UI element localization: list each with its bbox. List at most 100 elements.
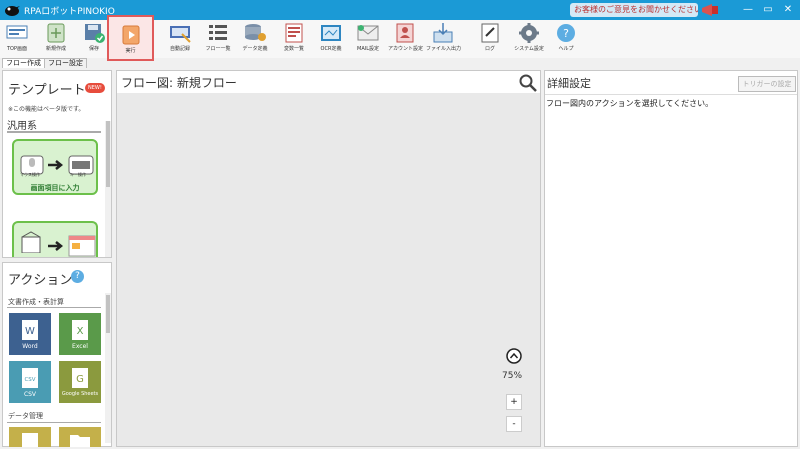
mail-icon — [357, 25, 379, 41]
action-tile-word[interactable]: W Word — [9, 313, 51, 355]
ocr-icon — [321, 25, 341, 41]
toolbar-log-button[interactable]: ログ — [476, 22, 504, 56]
search-icon[interactable] — [519, 74, 537, 92]
flow-title: フロー図: 新規フロー — [121, 76, 237, 90]
tab-flow-settings[interactable]: フロー設定 — [44, 58, 87, 68]
arrow-right-icon — [48, 160, 64, 170]
action-tile-data-1[interactable] — [9, 427, 51, 447]
toolbar: TOP画面 新規作成 保存 実行 自動記録 フロー一覧 データ定義 変数一覧 O… — [0, 15, 800, 61]
toolbar-label: データ定義 — [242, 46, 268, 52]
zoom-in-button[interactable]: + — [506, 394, 522, 410]
template-scrollbar[interactable] — [105, 121, 111, 257]
toolbar-label: 保存 — [88, 46, 99, 52]
toolbar-variable-list-button[interactable]: 変数一覧 — [280, 22, 308, 56]
action-panel: アクション ? 文書作成・表計算 W Word X Excel CSV CSV … — [2, 262, 112, 447]
template-card-input[interactable]: マウス操作 キー操作 画面項目に入力 — [12, 139, 98, 195]
toolbar-system-settings-button[interactable]: システム設定 — [512, 22, 546, 56]
feedback-button[interactable]: お客様のご意見をお聞かせください — [570, 3, 698, 17]
action-tile-label: Word — [22, 343, 38, 350]
toolbar-label: 実行 — [125, 48, 136, 54]
toolbar-label: TOP画面 — [6, 46, 27, 52]
toolbar-flow-list-button[interactable]: フロー一覧 — [203, 22, 233, 56]
zoom-out-button[interactable]: - — [506, 416, 522, 432]
svg-text:?: ? — [563, 27, 569, 40]
document-icon — [22, 433, 38, 447]
data-definition-icon — [245, 24, 266, 41]
minimize-button[interactable]: — — [740, 2, 756, 18]
google-sheets-icon: G — [72, 368, 88, 388]
toolbar-save-button[interactable]: 保存 — [80, 22, 108, 56]
toolbar-label: 変数一覧 — [283, 46, 304, 52]
svg-text:G: G — [76, 374, 84, 385]
toolbar-account-button[interactable]: アカウント設定 — [388, 22, 424, 56]
toolbar-label: フロー一覧 — [205, 46, 231, 52]
toolbar-label: ログ — [484, 46, 495, 52]
svg-text:CSV: CSV — [24, 377, 35, 383]
new-file-icon — [47, 23, 65, 43]
toolbar-data-definition-button[interactable]: データ定義 — [240, 22, 270, 56]
mouse-caption: マウス操作 — [20, 172, 40, 177]
flow-canvas[interactable] — [117, 93, 540, 446]
beta-note: ※この機能はベータ版です。 — [8, 106, 85, 113]
run-icon — [122, 25, 139, 45]
toolbar-run-button[interactable]: 実行 — [107, 15, 154, 61]
details-divider — [545, 94, 797, 95]
toolbar-label: 新規作成 — [45, 46, 66, 52]
action-section-data: データ管理 — [8, 412, 43, 420]
category-divider — [7, 131, 101, 133]
action-section-document: 文書作成・表計算 — [8, 298, 64, 306]
tab-flow-create[interactable]: フロー作成 — [2, 58, 45, 68]
megaphone-icon[interactable] — [700, 2, 722, 18]
new-badge: NEW! — [85, 83, 105, 93]
details-title: 詳細設定 — [547, 77, 591, 90]
toolbar-new-button[interactable]: 新規作成 — [42, 22, 70, 56]
zoom-level: 75% — [502, 371, 523, 381]
action-help-icon[interactable]: ? — [71, 270, 84, 283]
action-heading: アクション — [8, 273, 73, 288]
action-tile-data-2[interactable] — [59, 427, 101, 447]
app-title: RPAロボットPINOKIO — [24, 7, 115, 17]
toolbar-file-io-button[interactable]: ファイル入出力 — [426, 22, 462, 56]
toolbar-label: アカウント設定 — [388, 46, 424, 52]
action-tile-csv[interactable]: CSV CSV — [9, 361, 51, 403]
template-card-2[interactable] — [12, 221, 98, 257]
action-scroll-thumb[interactable] — [106, 295, 110, 333]
word-icon: W — [22, 320, 38, 340]
section-divider — [7, 307, 101, 308]
toolbar-label: 自動記録 — [169, 46, 190, 52]
toolbar-label: ファイル入出力 — [426, 46, 462, 52]
svg-text:X: X — [77, 326, 84, 337]
flow-list-icon — [209, 25, 227, 40]
help-icon: ? — [557, 24, 575, 42]
toolbar-mail-button[interactable]: MAIL設定 — [353, 22, 383, 56]
toolbar-help-button[interactable]: ? ヘルプ — [552, 22, 580, 56]
close-button[interactable]: ✕ — [780, 2, 796, 18]
top-screen-icon — [6, 25, 28, 39]
box-icon — [21, 231, 41, 253]
category-label: 汎用系 — [7, 121, 37, 132]
action-tile-label: Excel — [72, 343, 88, 350]
toolbar-label: ヘルプ — [558, 46, 574, 52]
action-scrollbar[interactable] — [105, 293, 111, 443]
restore-button[interactable]: ▭ — [760, 2, 776, 18]
action-tile-google-sheets[interactable]: G Google Sheets — [59, 361, 101, 403]
action-tile-label: Google Sheets — [61, 391, 99, 397]
trigger-settings-button[interactable]: トリガーの設定 — [738, 76, 796, 92]
folder-icon — [70, 435, 90, 447]
toolbar-top-screen-button[interactable]: TOP画面 — [4, 22, 30, 56]
template-scroll-thumb[interactable] — [106, 121, 110, 187]
template-heading: テンプレート — [8, 83, 86, 98]
log-icon — [481, 23, 499, 43]
flow-panel: フロー図: 新規フロー 75% + - — [116, 70, 541, 447]
action-tile-excel[interactable]: X Excel — [59, 313, 101, 355]
toolbar-ocr-button[interactable]: OCR定義 — [316, 22, 346, 56]
collapse-up-icon[interactable] — [506, 348, 522, 364]
toolbar-label: MAIL設定 — [357, 46, 379, 52]
details-hint: フロー図内のアクションを選択してください。 — [546, 99, 714, 108]
variable-list-icon — [285, 23, 303, 43]
csv-icon: CSV — [22, 368, 38, 388]
toolbar-auto-record-button[interactable]: 自動記録 — [165, 22, 195, 56]
toolbar-label: OCR定義 — [320, 46, 342, 52]
section-divider — [7, 422, 101, 423]
account-icon — [396, 23, 414, 43]
